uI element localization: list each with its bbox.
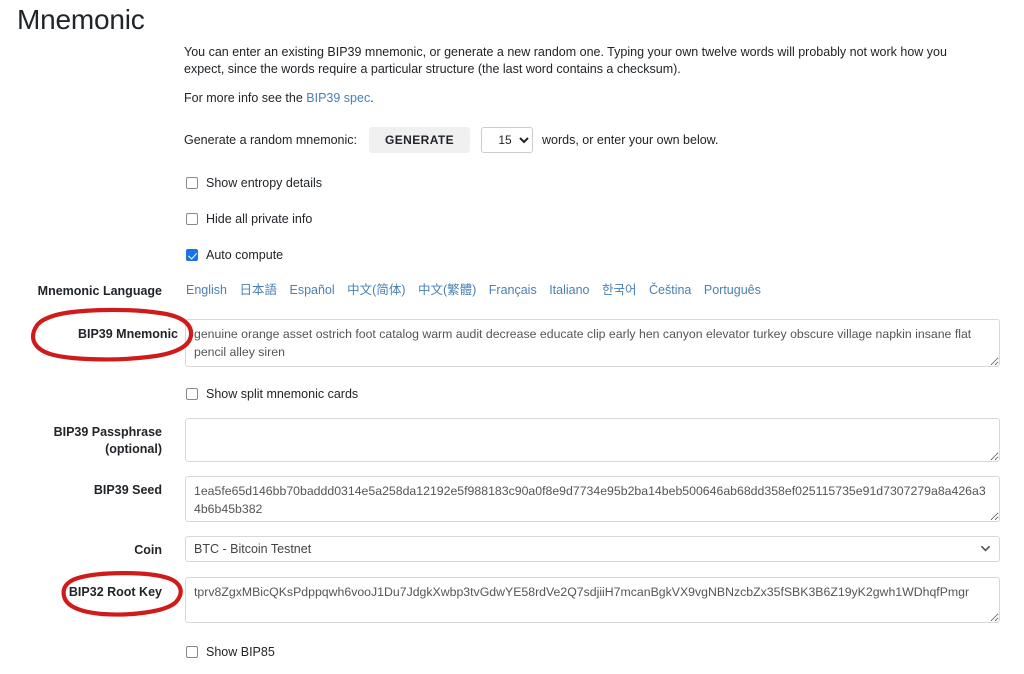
generate-row-label: Generate a random mnemonic: [184,133,358,147]
show-split-mnemonic-cards-row[interactable]: Show split mnemonic cards [186,387,358,401]
bip39-spec-link[interactable]: BIP39 spec [306,91,370,105]
bip39-seed-textarea[interactable] [185,476,1000,522]
show-entropy-details-label[interactable]: Show entropy details [206,176,322,190]
lang-link-chinese-simplified[interactable]: 中文(简体) [347,283,405,297]
bip39-seed-field-wrap [185,476,1000,522]
generate-mnemonic-row: Generate a random mnemonic: GENERATE 15 … [184,127,718,153]
hide-all-private-info-row[interactable]: Hide all private info [186,212,312,226]
bip39-passphrase-label-line1: BIP39 Passphrase [53,425,162,439]
intro-paragraph-2-suffix: . [370,91,374,105]
lang-link-korean[interactable]: 한국어 [602,283,637,297]
bip39-passphrase-textarea[interactable] [185,418,1000,462]
lang-link-italian[interactable]: Italiano [549,283,589,297]
hide-all-private-info-label[interactable]: Hide all private info [206,212,312,226]
generate-button[interactable]: GENERATE [369,127,470,153]
coin-select[interactable]: BTC - Bitcoin Testnet [185,536,1000,562]
intro-paragraph-1: You can enter an existing BIP39 mnemonic… [184,45,947,76]
bip39-mnemonic-field-wrap [185,319,1000,367]
mnemonic-language-links: English 日本語 Español 中文(简体) 中文(繁體) França… [186,282,770,298]
lang-link-french[interactable]: Français [489,283,537,297]
bip32-root-key-field-wrap [185,577,1000,623]
lang-link-chinese-traditional[interactable]: 中文(繁體) [418,283,476,297]
lang-link-japanese[interactable]: 日本語 [239,283,277,297]
intro-paragraph-2-prefix: For more info see the [184,91,307,105]
show-bip85-checkbox[interactable] [186,646,198,658]
bip39-mnemonic-label: BIP39 Mnemonic [77,327,178,341]
bip39-mnemonic-textarea[interactable] [185,319,1000,367]
show-entropy-details-row[interactable]: Show entropy details [186,176,322,190]
page-title: Mnemonic [17,4,145,35]
show-split-mnemonic-cards-checkbox[interactable] [186,388,198,400]
intro-text-block: You can enter an existing BIP39 mnemonic… [184,44,984,119]
bip39-seed-label: BIP39 Seed [93,483,162,497]
coin-field-wrap: BTC - Bitcoin Testnet [185,536,1000,562]
mnemonic-page: Mnemonic You can enter an existing BIP39… [0,0,1024,674]
word-count-select[interactable]: 15 [481,127,533,153]
auto-compute-label[interactable]: Auto compute [206,248,283,262]
bip39-passphrase-label: BIP39 Passphrase (optional) [0,424,162,458]
generate-row-suffix: words, or enter your own below. [542,133,719,147]
show-bip85-label[interactable]: Show BIP85 [206,645,275,659]
show-entropy-details-checkbox[interactable] [186,177,198,189]
lang-link-spanish[interactable]: Español [289,283,334,297]
auto-compute-row[interactable]: Auto compute [186,248,283,262]
auto-compute-checkbox[interactable] [186,249,198,261]
bip39-passphrase-field-wrap [185,418,1000,462]
bip32-root-key-textarea[interactable] [185,577,1000,623]
lang-link-czech[interactable]: Čeština [649,283,691,297]
hide-all-private-info-checkbox[interactable] [186,213,198,225]
mnemonic-language-label: Mnemonic Language [37,284,162,298]
intro-paragraph-2: For more info see the BIP39 spec. [184,90,984,107]
show-bip85-row[interactable]: Show BIP85 [186,645,275,659]
bip39-passphrase-label-line2: (optional) [105,442,162,456]
coin-label: Coin [134,543,162,557]
lang-link-english[interactable]: English [186,283,227,297]
lang-link-portuguese[interactable]: Português [704,283,761,297]
show-split-mnemonic-cards-label[interactable]: Show split mnemonic cards [206,387,358,401]
bip32-root-key-label: BIP32 Root Key [68,585,162,599]
